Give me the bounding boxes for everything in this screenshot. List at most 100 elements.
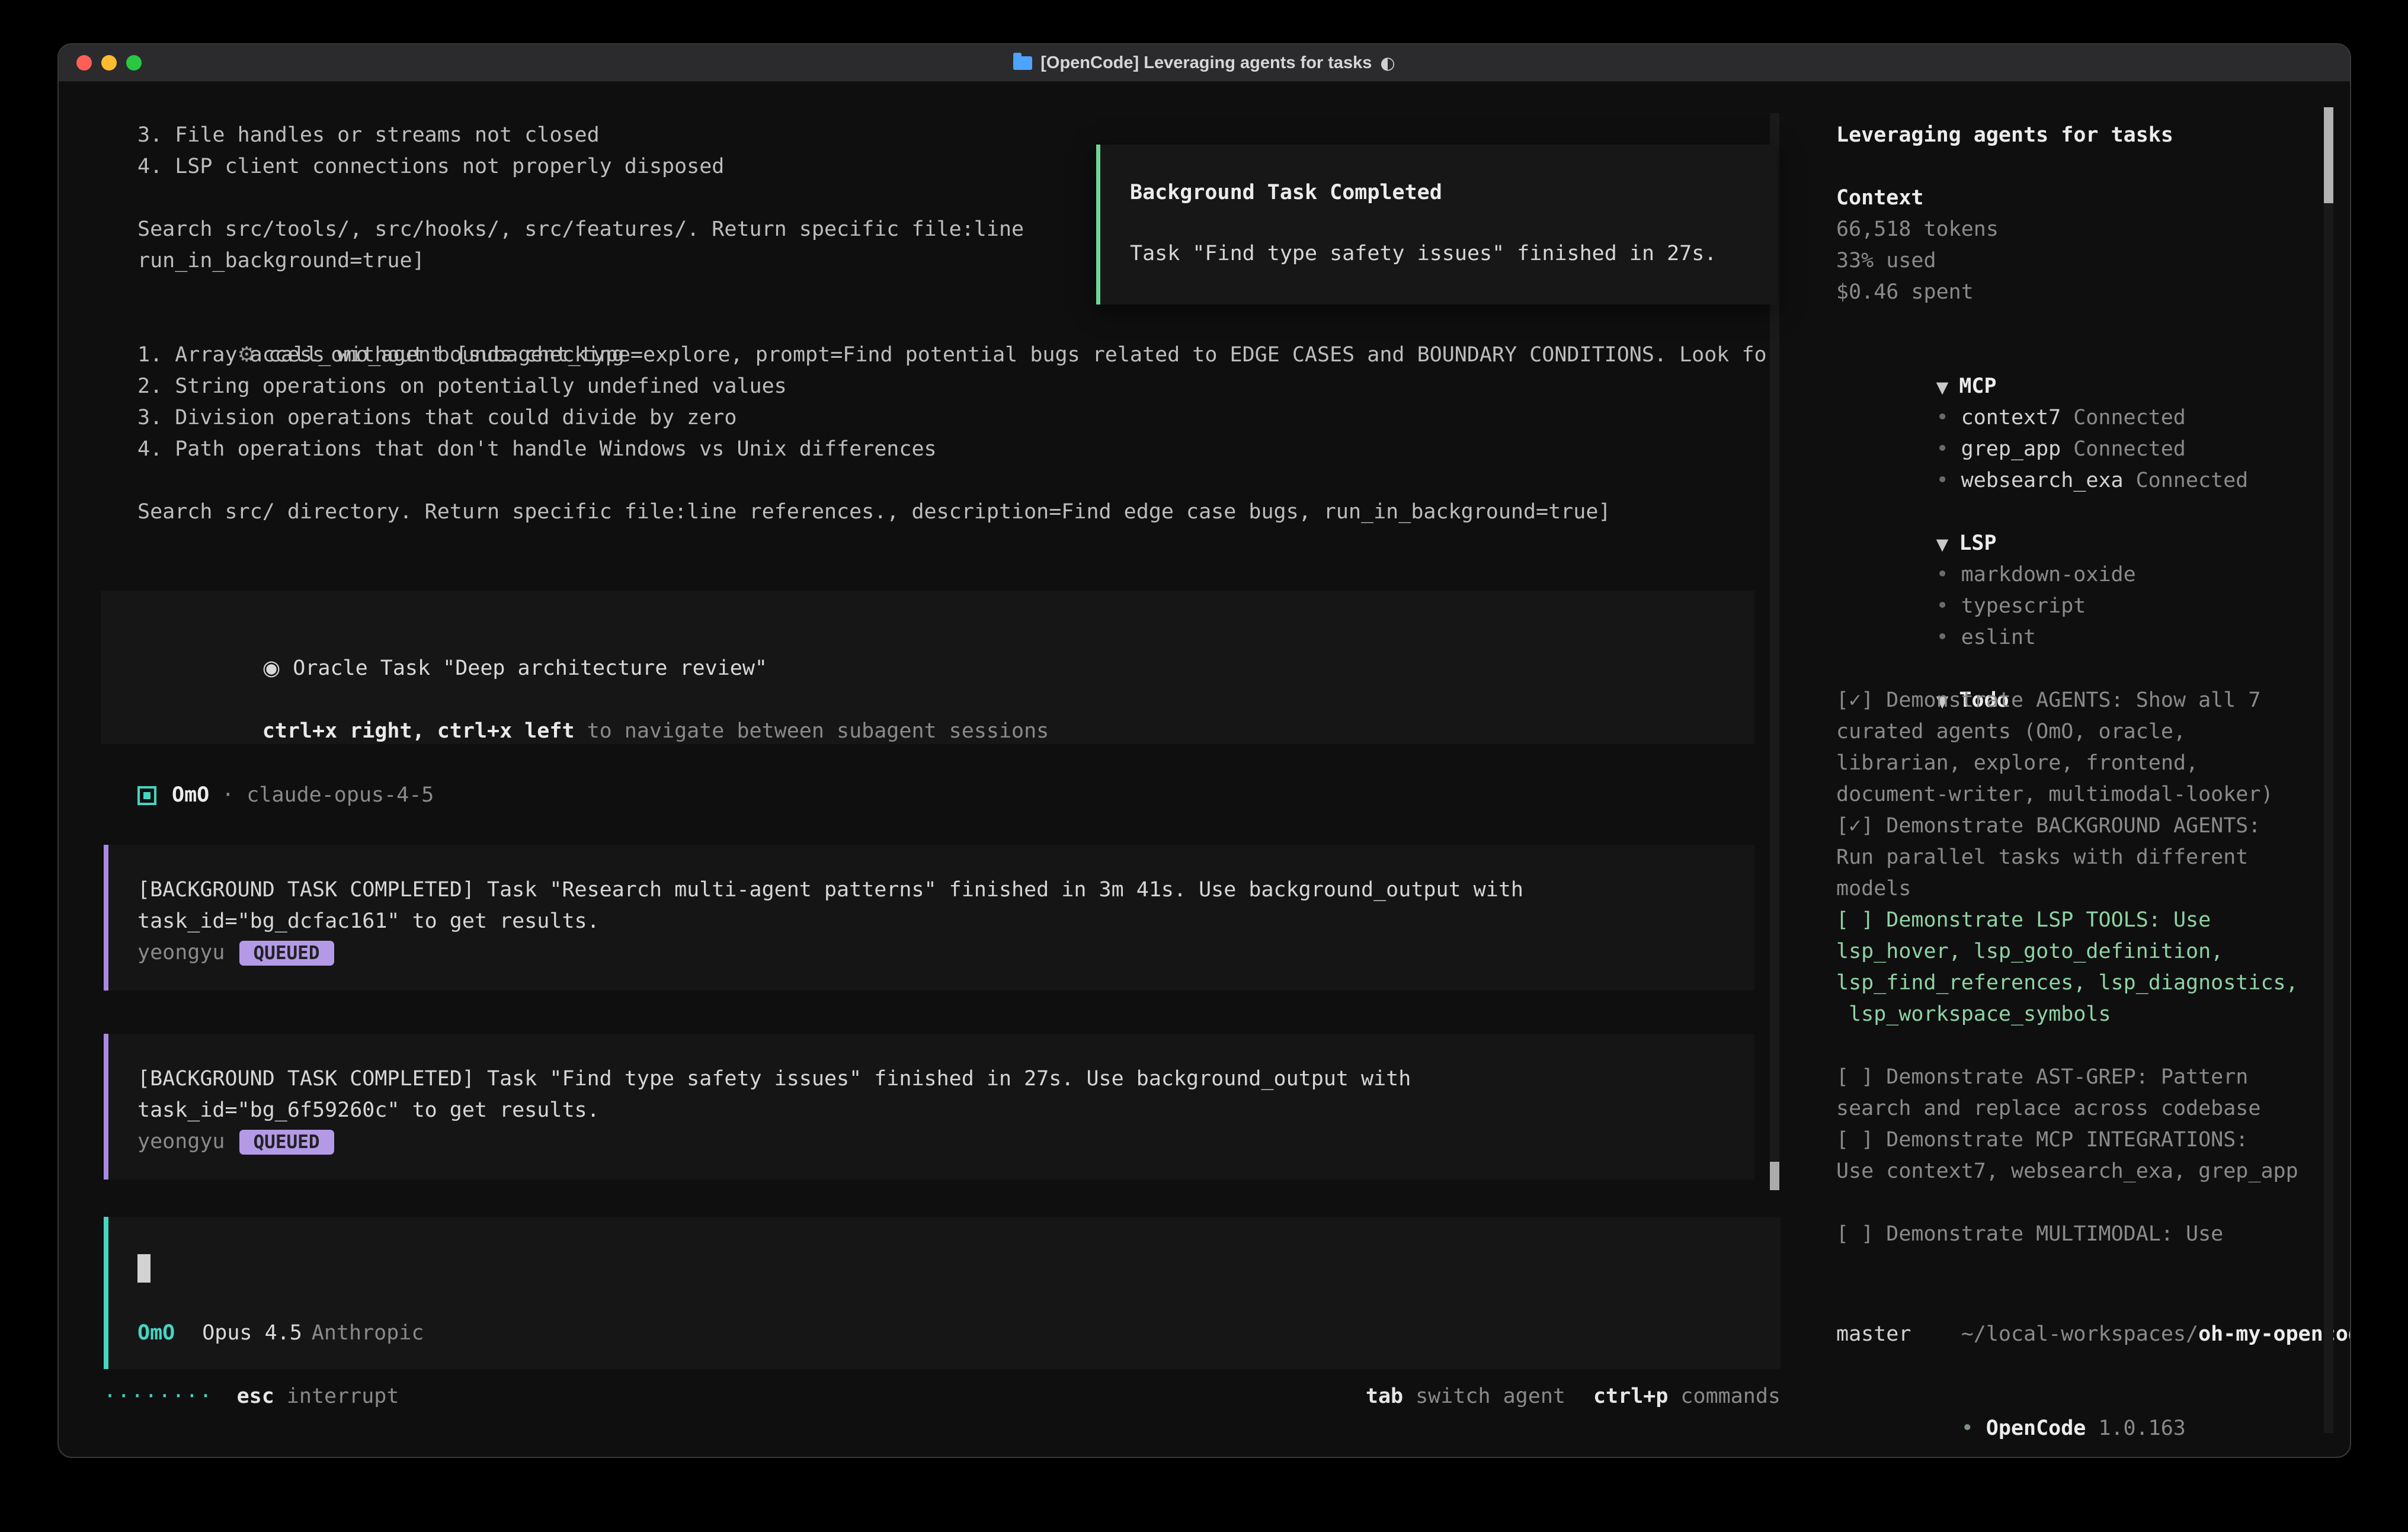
tab-key-hint: tab <box>1366 1381 1403 1412</box>
hint-keybindings: ctrl+x right, ctrl+x left <box>262 719 575 743</box>
lsp-item: •typescript <box>1836 559 2350 591</box>
workspace-path-prefix: ~/local-workspaces/ <box>1961 1322 2198 1346</box>
input-provider-name: Anthropic <box>312 1318 424 1349</box>
traffic-lights <box>76 44 142 81</box>
status-badge: QUEUED <box>239 941 334 966</box>
navigation-hint: ctrl+x right, ctrl+x left to navigate be… <box>137 684 1754 716</box>
status-bar: ········ esc interrupt tab switch agent … <box>104 1381 1781 1412</box>
background-task-message[interactable]: [BACKGROUND TASK COMPLETED] Task "Resear… <box>104 845 1754 991</box>
close-button[interactable] <box>76 55 92 70</box>
tab-action-label: switch agent <box>1416 1381 1565 1412</box>
todo-item-line: Run parallel tasks with different <box>1836 842 2350 873</box>
agent-name: OmO <box>172 780 209 811</box>
todo-item-line: Use context7, websearch_exa, grep_app <box>1836 1156 2350 1187</box>
blank-line <box>1836 622 2350 653</box>
terminal-line: 4. Path operations that don't handle Win… <box>137 434 1811 465</box>
window-title: [OpenCode] Leveraging agents for tasks ◐ <box>1013 53 1395 73</box>
oracle-task-panel[interactable]: ◉Oracle Task "Deep architecture review" … <box>101 591 1754 744</box>
app-name: OpenCode <box>1986 1416 2086 1440</box>
background-task-message[interactable]: [BACKGROUND TASK COMPLETED] Task "Find t… <box>104 1034 1754 1180</box>
toast-title: Background Task Completed <box>1130 177 1777 209</box>
record-icon: ◉ <box>262 656 281 680</box>
terminal-line: Search src/ directory. Return specific f… <box>137 496 1811 528</box>
context-spent: $0.46 spent <box>1836 277 2350 308</box>
agent-square-icon <box>137 786 156 805</box>
blank-line <box>1836 1030 2350 1062</box>
todo-item-line: [ ] Demonstrate AST-GREP: Pattern <box>1836 1062 2350 1093</box>
minimize-button[interactable] <box>101 55 117 70</box>
spinner-dots: ········ <box>104 1381 213 1412</box>
mcp-section-header[interactable]: ▼MCP <box>1836 339 2350 371</box>
ctrlp-key-hint: ctrl+p <box>1593 1381 1668 1412</box>
todo-item-line: document-writer, multimodal-looker) <box>1836 779 2350 810</box>
title-bar[interactable]: [OpenCode] Leveraging agents for tasks ◐ <box>59 44 2350 82</box>
input-agent-name: OmO <box>137 1318 175 1349</box>
esc-key-hint: esc <box>237 1381 274 1412</box>
todo-item-line-active: lsp_find_references, lsp_diagnostics, <box>1836 967 2350 999</box>
chat-scrollbar-thumb[interactable] <box>1770 1162 1779 1190</box>
todo-item-line-active: lsp_workspace_symbols <box>1836 999 2350 1030</box>
todo-item-line: search and replace across codebase <box>1836 1093 2350 1124</box>
zoom-button[interactable] <box>126 55 142 70</box>
input-model-name: Opus 4.5 <box>202 1318 302 1349</box>
todo-item-line-active: lsp_hover, lsp_goto_definition, <box>1836 936 2350 967</box>
bullet-icon: • <box>1961 1416 1974 1440</box>
context-used: 33% used <box>1836 245 2350 277</box>
blank-line <box>1836 465 2350 496</box>
prompt-input[interactable]: OmO Opus 4.5 Anthropic <box>104 1217 1781 1369</box>
todo-section-header[interactable]: ▼Todo <box>1836 653 2350 685</box>
blank-line <box>1836 308 2350 339</box>
sidebar-scrollbar[interactable] <box>2324 107 2333 1433</box>
message-text: task_id="bg_6f59260c" to get results. <box>137 1095 1754 1126</box>
window-body: 3. File handles or streams not closed 4.… <box>59 82 2350 1457</box>
todo-item-line: librarian, explore, frontend, <box>1836 748 2350 779</box>
toast-body: Task "Find type safety issues" finished … <box>1130 238 1777 270</box>
sidebar-footer: ~/local-workspaces/oh-my-opencode: maste… <box>1836 1287 2350 1413</box>
ctrlp-action-label: commands <box>1680 1381 1781 1412</box>
blank-line <box>1836 151 2350 182</box>
terminal-line: 2. String operations on potentially unde… <box>137 371 1811 402</box>
chat-pane: 3. File handles or streams not closed 4.… <box>59 82 1811 1457</box>
lsp-item: •eslint <box>1836 591 2350 622</box>
input-meta: OmO Opus 4.5 Anthropic <box>137 1318 424 1349</box>
blank-line <box>1836 1187 2350 1219</box>
loading-icon: ◐ <box>1380 53 1395 73</box>
blank-line <box>1130 209 1777 238</box>
todo-item-line-active: [ ] Demonstrate LSP TOOLS: Use <box>1836 905 2350 936</box>
message-meta: yeongyu QUEUED <box>137 1126 1754 1158</box>
separator-dot: · <box>222 780 234 811</box>
lsp-section-header[interactable]: ▼LSP <box>1836 496 2350 528</box>
app-version: 1.0.163 <box>2098 1416 2186 1440</box>
lsp-item: •markdown-oxide <box>1836 528 2350 559</box>
todo-item-line: [✓] Demonstrate BACKGROUND AGENTS: <box>1836 810 2350 842</box>
text-cursor <box>137 1254 150 1283</box>
mcp-item: •websearch_exaConnected <box>1836 434 2350 465</box>
sidebar: Leveraging agents for tasks Context 66,5… <box>1811 82 2350 1457</box>
sidebar-scrollbar-thumb[interactable] <box>2324 107 2333 203</box>
workspace-path: ~/local-workspaces/oh-my-opencode: <box>1836 1287 2350 1319</box>
context-tokens: 66,518 tokens <box>1836 214 2350 245</box>
session-title: Leveraging agents for tasks <box>1836 120 2350 151</box>
oracle-task-header: ◉Oracle Task "Deep architecture review" <box>137 621 1754 653</box>
message-text: task_id="bg_dcfac161" to get results. <box>137 906 1754 937</box>
app-version-line: •OpenCode1.0.163 <box>1836 1382 2350 1413</box>
message-meta: yeongyu QUEUED <box>137 937 1754 969</box>
mcp-item: •grep_appConnected <box>1836 402 2350 434</box>
mcp-item: •context7Connected <box>1836 371 2350 402</box>
window-title-text: [OpenCode] Leveraging agents for tasks <box>1040 53 1372 73</box>
hint-description: to navigate between subagent sessions <box>575 719 1049 743</box>
agent-header: OmO · claude-opus-4-5 <box>137 780 1811 811</box>
agent-model: claude-opus-4-5 <box>246 780 434 811</box>
message-text: [BACKGROUND TASK COMPLETED] Task "Resear… <box>137 874 1754 906</box>
message-text: [BACKGROUND TASK COMPLETED] Task "Find t… <box>137 1063 1754 1095</box>
todo-item-line: [✓] Demonstrate AGENTS: Show all 7 <box>1836 685 2350 716</box>
folder-icon <box>1013 56 1032 70</box>
message-author: yeongyu <box>137 937 225 969</box>
message-author: yeongyu <box>137 1126 225 1158</box>
terminal-line: 3. Division operations that could divide… <box>137 402 1811 434</box>
task-completed-toast[interactable]: Background Task Completed Task "Find typ… <box>1096 145 1777 305</box>
app-window: [OpenCode] Leveraging agents for tasks ◐… <box>57 43 2351 1458</box>
todo-item-line: models <box>1836 873 2350 905</box>
blank-line <box>137 465 1811 496</box>
status-badge: QUEUED <box>239 1130 334 1155</box>
